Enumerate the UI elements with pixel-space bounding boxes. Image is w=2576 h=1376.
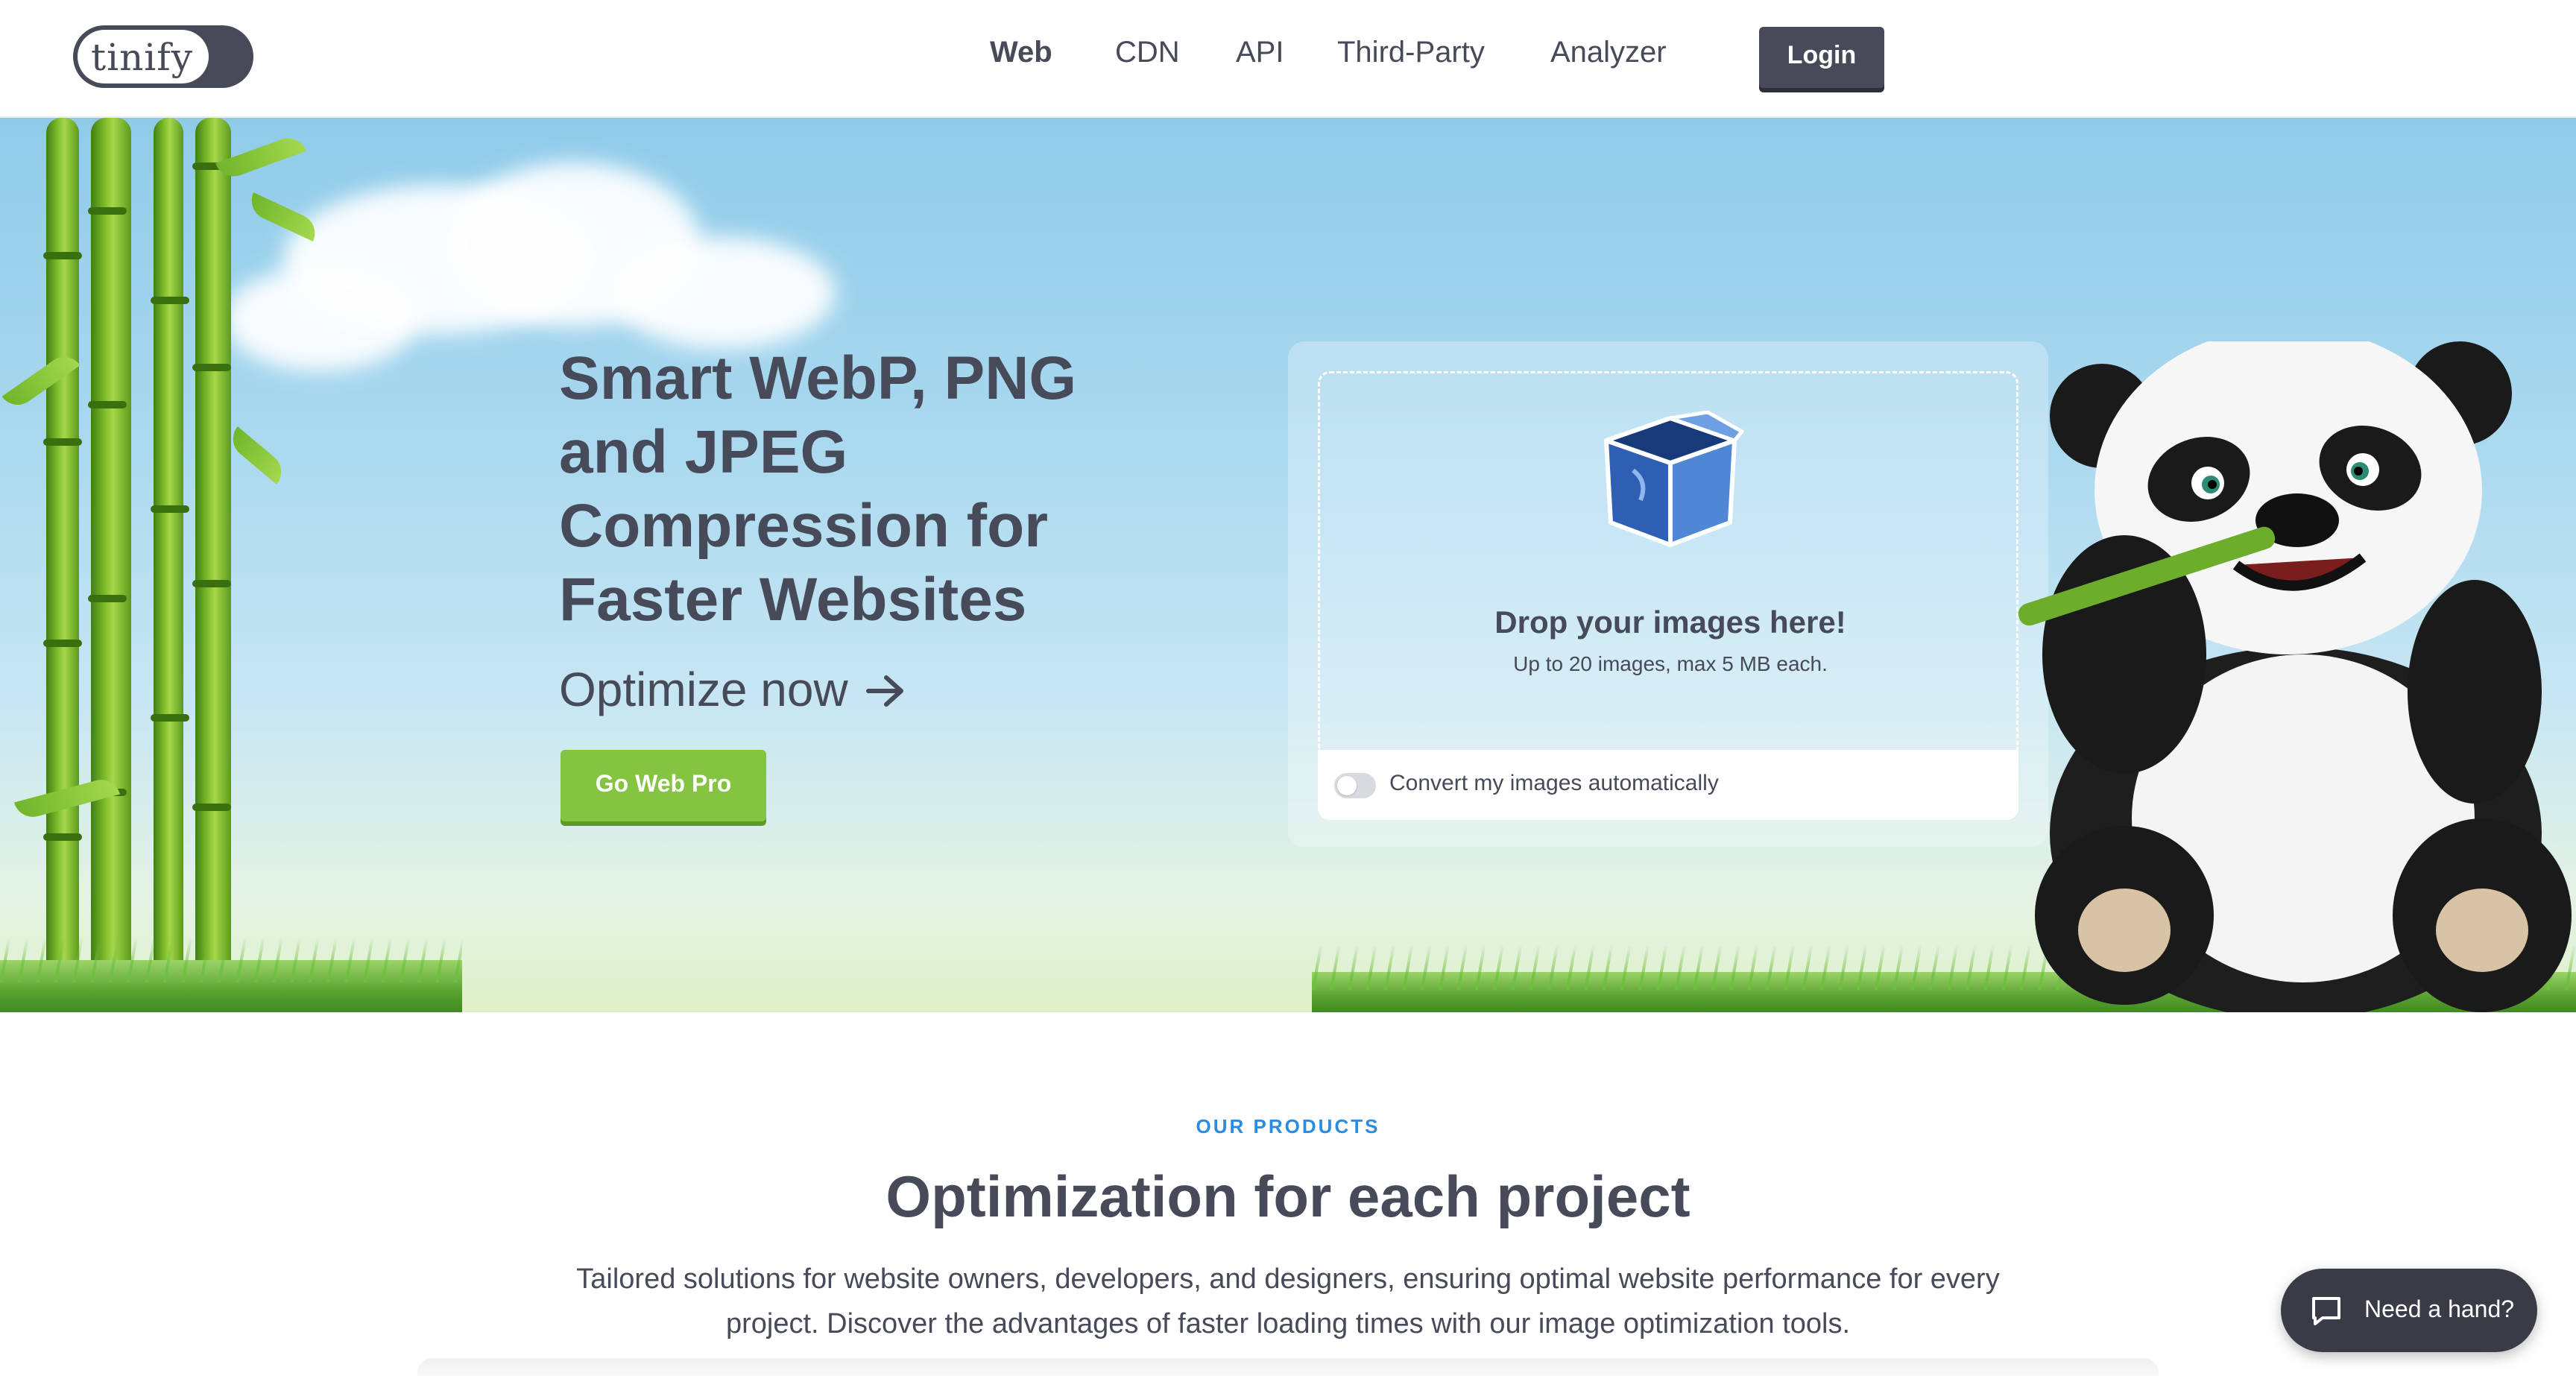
help-chat-button[interactable]: Need a hand?	[2281, 1269, 2537, 1352]
nav-web[interactable]: Web	[990, 36, 1052, 81]
optimize-now-link[interactable]: Optimize now	[559, 662, 907, 717]
section-description: Tailored solutions for website owners, d…	[576, 1263, 2000, 1339]
hero-title: Smart WebP, PNG and JPEG Compression for…	[559, 344, 1077, 634]
chat-icon	[2312, 1297, 2340, 1325]
toggle-knob	[1337, 776, 1357, 795]
panda-mascot	[2018, 341, 2572, 1012]
grass	[0, 938, 462, 982]
hero-subtitle: Optimize now	[559, 663, 848, 716]
go-web-pro-button[interactable]: Go Web Pro	[561, 750, 766, 821]
image-drop-zone[interactable]: Drop your images here! Up to 20 images, …	[1318, 371, 2018, 750]
card-shadow	[417, 1358, 2159, 1376]
tinify-logo[interactable]: tinify	[73, 25, 253, 88]
drop-title: Drop your images here!	[1494, 605, 1846, 640]
hero-section: Smart WebP, PNG and JPEG Compression for…	[0, 118, 2576, 1012]
nav-analyzer[interactable]: Analyzer	[1550, 36, 1667, 81]
section-title: Optimization for each project	[886, 1164, 1690, 1229]
section-eyebrow: OUR PRODUCTS	[1196, 1115, 1380, 1137]
login-button[interactable]: Login	[1759, 27, 1884, 88]
site-header: tinify Web CDN API Third-Party Analyzer …	[0, 0, 2576, 118]
upload-card: Drop your images here! Up to 20 images, …	[1288, 341, 2048, 847]
drop-limits-note: Up to 20 images, max 5 MB each.	[1513, 652, 1828, 675]
convert-label: Convert my images automatically	[1389, 771, 1719, 795]
logo-text: tinify	[91, 36, 194, 79]
convert-toggle[interactable]	[1334, 773, 1376, 798]
cloud	[611, 237, 835, 349]
box-icon	[1604, 411, 1744, 547]
convert-option: Convert my images automatically	[1318, 750, 2018, 820]
help-label: Need a hand?	[2364, 1295, 2515, 1322]
nav-cdn[interactable]: CDN	[1115, 36, 1180, 81]
nav-api[interactable]: API	[1236, 36, 1284, 81]
nav-third-party[interactable]: Third-Party	[1337, 36, 1485, 81]
logo-pill: tinify	[78, 30, 209, 83]
cloud	[224, 267, 417, 371]
arrow-right-icon	[866, 675, 904, 707]
